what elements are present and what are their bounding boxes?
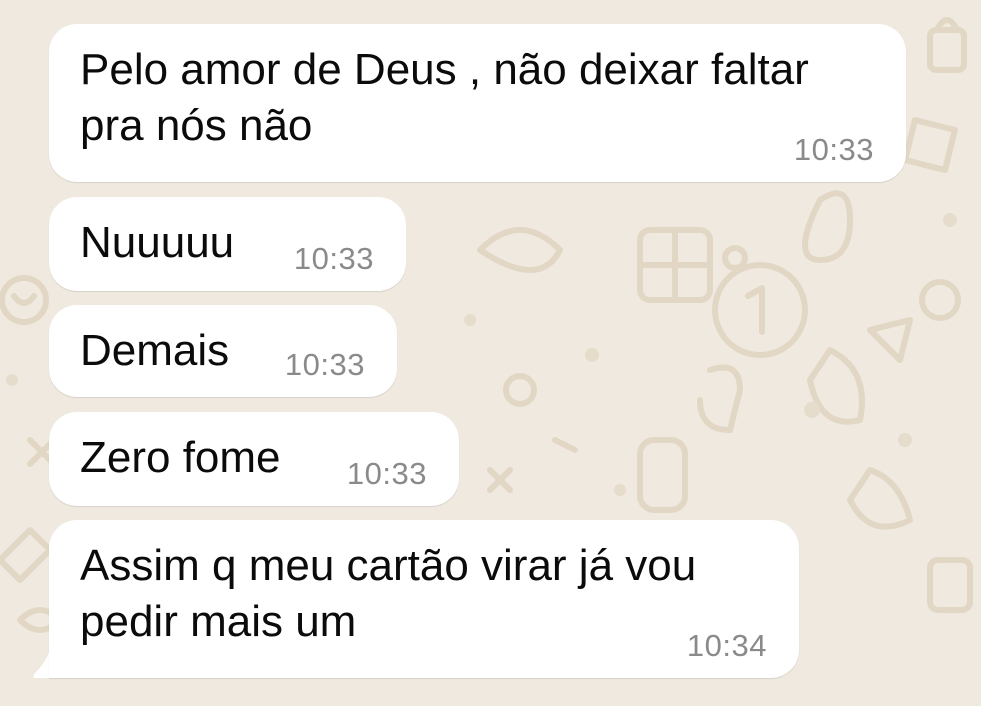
message-time: 10:33: [346, 456, 427, 491]
message-bubble[interactable]: Nuuuuu 10:33: [49, 197, 406, 291]
message-time: 10:33: [793, 132, 874, 167]
message-time: 10:33: [284, 347, 365, 382]
message-bubble[interactable]: Zero fome 10:33: [49, 412, 459, 506]
message-bubble[interactable]: Pelo amor de Deus , não deixar faltar pr…: [49, 24, 906, 182]
message-time: 10:34: [686, 628, 767, 663]
message-bubble[interactable]: Assim q meu cartão virar já vou pedir ma…: [49, 520, 799, 678]
message-time: 10:33: [293, 241, 374, 276]
message-bubble[interactable]: Demais 10:33: [49, 305, 397, 397]
message-text: Assim q meu cartão virar já vou pedir ma…: [80, 541, 697, 646]
message-text: Pelo amor de Deus , não deixar faltar pr…: [80, 45, 809, 150]
